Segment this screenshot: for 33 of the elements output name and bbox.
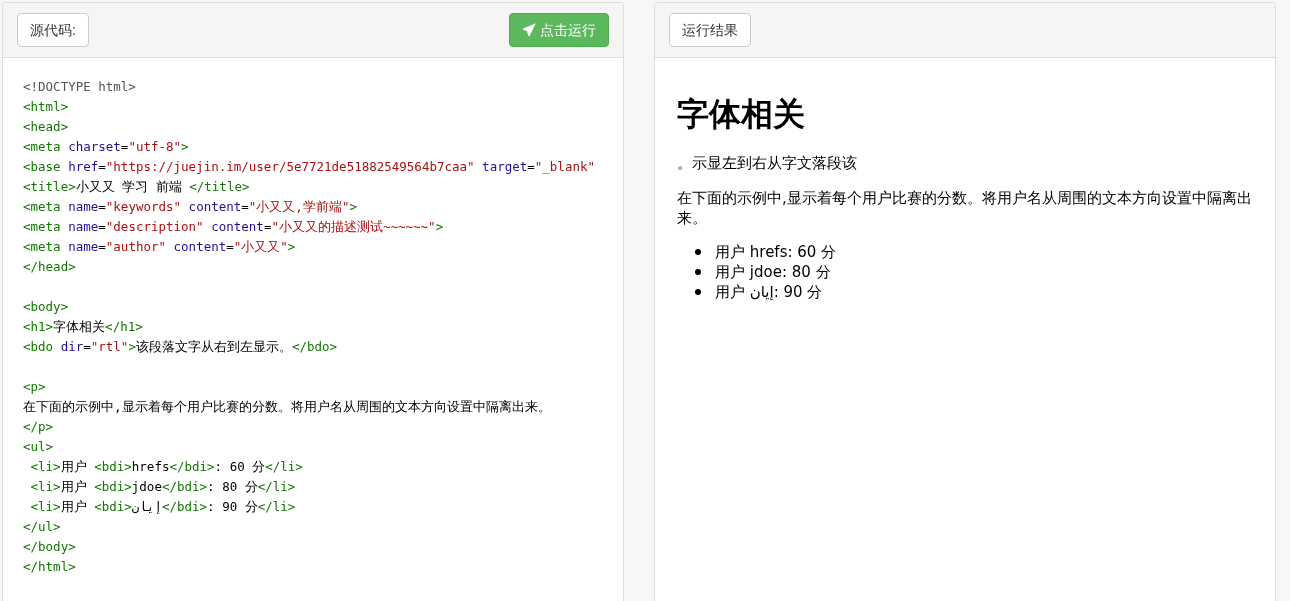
code-line: </body> xyxy=(23,538,76,556)
code-line: <li>用户 <bdi>hrefs</bdi>: 60 分</li> xyxy=(29,458,303,476)
source-label-button[interactable]: 源代码: xyxy=(17,13,89,47)
list-item: 用户 hrefs: 60 分 xyxy=(715,241,837,263)
code-line: <li>用户 <bdi>jdoe</bdi>: 80 分</li> xyxy=(29,478,296,496)
code-line: <meta name="author" content="小又又"> xyxy=(23,238,296,256)
code-line: <html> xyxy=(23,98,69,116)
code-line: <meta name="keywords" content="小又又,学前端"> xyxy=(23,198,357,216)
code-line: <!DOCTYPE html> xyxy=(23,78,136,96)
code-line: <meta charset="utf-8"> xyxy=(23,138,189,156)
code-line: </ul> xyxy=(23,518,61,536)
code-line: <title>小又又 学习 前端 </title> xyxy=(23,178,250,196)
code-line: <meta name="description" content="小又又的描述测试~~~~~~"> xyxy=(23,218,444,236)
bullet-icon xyxy=(695,249,701,255)
code-line: <h1>字体相关</h1> xyxy=(23,318,143,336)
code-line: <body> xyxy=(23,298,69,316)
result-paragraph: 在下面的示例中,显示着每个用户比赛的分数。将用户名从周围的文本方向设置中隔离出来。 xyxy=(677,188,1253,228)
code-line: <p> xyxy=(23,378,46,396)
result-label-button[interactable]: 运行结果 xyxy=(669,13,751,47)
code-line: </p> xyxy=(23,418,54,436)
paper-plane-icon xyxy=(522,23,536,37)
code-line: </head> xyxy=(23,258,76,276)
code-line: <base href="https://juejin.im/user/5e7721de51882549564b7caa" target="_blank" xyxy=(23,158,595,176)
code-line: <head> xyxy=(23,118,69,136)
bullet-icon xyxy=(695,289,701,295)
list-item: 用户 jdoe: 80 分 xyxy=(715,261,831,283)
rtl-text: 。示显左到右从字文落段该 xyxy=(677,153,857,174)
bullet-icon xyxy=(695,269,701,275)
result-heading: 字体相关 xyxy=(677,94,805,134)
code-line: <ul> xyxy=(23,438,54,456)
code-line: </html> xyxy=(23,558,76,576)
code-line: 在下面的示例中,显示着每个用户比赛的分数。将用户名从周围的文本方向设置中隔离出来。 xyxy=(23,398,551,416)
code-line: <bdo dir="rtl">该段落文字从右到左显示。</bdo> xyxy=(23,338,338,356)
